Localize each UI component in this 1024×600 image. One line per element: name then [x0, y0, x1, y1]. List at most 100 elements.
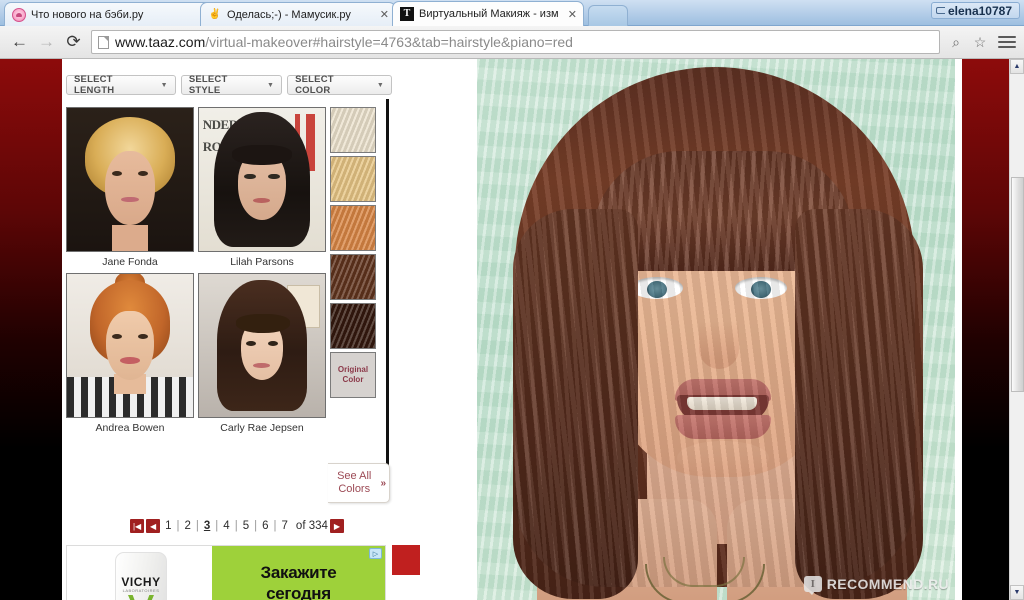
- user-name: elena10787: [947, 3, 1012, 18]
- see-all-line1: See All: [337, 470, 372, 482]
- ad-brand: VICHY: [121, 575, 161, 589]
- virtual-makeover-photo[interactable]: I RECOMMEND.RU: [477, 59, 955, 600]
- tab-strip: Что нового на бэби.ру ✕ ✌ Оделась;-) - М…: [0, 0, 1024, 26]
- page-viewport: SELECT LENGTH ▼ SELECT STYLE ▼ SELECT CO…: [0, 59, 1024, 600]
- pagination-separator: |: [176, 520, 180, 532]
- url-text: www.taaz.com/virtual-makeover#hairstyle=…: [115, 34, 573, 50]
- new-tab-button[interactable]: [588, 5, 628, 26]
- address-bar[interactable]: www.taaz.com/virtual-makeover#hairstyle=…: [91, 30, 940, 54]
- hairstyle-thumbnail[interactable]: Andrea Bowen: [66, 273, 194, 435]
- hair-sheen: [515, 67, 915, 587]
- chevron-down-icon: ▼: [266, 81, 275, 89]
- scroll-up-arrow-icon[interactable]: ▲: [1010, 59, 1024, 74]
- taaz-favicon-icon: T: [400, 7, 414, 21]
- url-path: /virtual-makeover#hairstyle=4763&tab=hai…: [205, 34, 573, 50]
- adchoices-icon[interactable]: ▷: [369, 548, 382, 559]
- tab-close-icon[interactable]: ✕: [565, 8, 577, 21]
- reload-button-icon[interactable]: ⟳: [60, 29, 87, 56]
- pagination-prev-button[interactable]: ◀: [146, 519, 161, 533]
- scroll-down-arrow-icon[interactable]: ▼: [1010, 585, 1024, 600]
- pagination-next-button[interactable]: ▶: [329, 519, 344, 533]
- celebrity-portrait: [67, 108, 193, 251]
- pagination-separator: |: [215, 520, 219, 532]
- original-color-line1: Original: [337, 365, 369, 374]
- color-swatch-copper-red[interactable]: [330, 205, 376, 251]
- celebrity-portrait: [199, 274, 325, 417]
- pagination-page-3-current[interactable]: 3: [201, 520, 213, 532]
- select-color-dropdown[interactable]: SELECT COLOR ▼: [287, 74, 392, 96]
- ad-product-image: VICHY LABORATOIRES NORMADERM PHYTOSOLUTI…: [67, 546, 212, 600]
- vichy-v-logo-icon: [128, 595, 154, 600]
- page-info-icon: [98, 35, 109, 49]
- tab-close-icon[interactable]: ✕: [377, 8, 389, 21]
- browser-window: Что нового на бэби.ру ✕ ✌ Оделась;-) - М…: [0, 0, 1024, 600]
- hairstyle-image[interactable]: NDER RO: [198, 107, 326, 252]
- pagination-page-6[interactable]: 6: [259, 520, 271, 532]
- select-color-label: SELECT COLOR: [295, 74, 334, 96]
- ad-headline-line1: Закажите: [260, 563, 337, 582]
- user-account-badge[interactable]: elena10787: [930, 2, 1020, 19]
- see-all-colors-button[interactable]: See All Colors »: [328, 463, 390, 503]
- hairstyle-image[interactable]: [66, 273, 194, 418]
- menu-icon[interactable]: [996, 33, 1018, 51]
- pagination-separator: |: [254, 520, 258, 532]
- see-all-line2: Colors: [338, 483, 371, 495]
- user-icon: [935, 7, 945, 14]
- celebrity-portrait: NDER RO: [199, 108, 325, 251]
- search-icon[interactable]: ⌕: [944, 30, 968, 54]
- original-color-line2: Color: [342, 375, 364, 384]
- panel-divider: [386, 99, 389, 494]
- ad-red-overlay: [392, 545, 420, 575]
- chevron-down-icon: ▼: [376, 81, 384, 89]
- browser-toolbar: ← → ⟳ www.taaz.com/virtual-makeover#hair…: [0, 26, 1024, 59]
- pagination-separator: |: [234, 520, 238, 532]
- pagination-page-5[interactable]: 5: [240, 520, 252, 532]
- ad-headline-area[interactable]: ▷ Закажите сегодня получите подарок!: [212, 546, 385, 600]
- hairstyle-thumbnail[interactable]: Carly Rae Jepsen: [198, 273, 326, 435]
- pagination-page-2[interactable]: 2: [181, 520, 193, 532]
- hairstyle-thumbnail[interactable]: NDER RO Lilah Parsons: [198, 107, 326, 269]
- browser-tab-2[interactable]: ✌ Оделась;-) - Мамусик.ру ✕: [200, 2, 396, 26]
- page-background-left: [0, 59, 62, 600]
- select-style-label: SELECT STYLE: [188, 74, 228, 96]
- browser-tab-3-active[interactable]: T Виртуальный Макияж - изм ✕: [392, 1, 584, 26]
- color-swatch-medium-brown[interactable]: [330, 254, 376, 300]
- irecommend-watermark: I RECOMMEND.RU: [803, 576, 949, 595]
- watermark-text: RECOMMEND.RU: [826, 576, 949, 592]
- color-swatch-golden-blonde[interactable]: [330, 156, 376, 202]
- hair-color-swatch-list: Original Color: [330, 107, 382, 401]
- hairstyle-image[interactable]: [66, 107, 194, 252]
- hairstyle-name: Andrea Bowen: [95, 422, 165, 434]
- pagination-page-1[interactable]: 1: [162, 520, 174, 532]
- hairstyle-name: Carly Rae Jepsen: [220, 422, 304, 434]
- pagination-page-4[interactable]: 4: [220, 520, 232, 532]
- tab-title: Виртуальный Макияж - изм: [419, 8, 559, 20]
- hairstyle-thumbnail[interactable]: Jane Fonda: [66, 107, 194, 269]
- hairstyle-name: Lilah Parsons: [230, 256, 294, 268]
- pagination-page-7[interactable]: 7: [279, 520, 291, 532]
- select-style-dropdown[interactable]: SELECT STYLE ▼: [180, 74, 283, 96]
- select-length-dropdown[interactable]: SELECT LENGTH ▼: [66, 74, 176, 96]
- see-all-colors-label: See All Colors: [330, 470, 378, 496]
- pagination-first-button[interactable]: |◀: [130, 519, 145, 533]
- page-background-right: [962, 59, 1010, 600]
- watermark-badge-icon: I: [803, 576, 822, 595]
- hairstyle-name: Jane Fonda: [102, 256, 158, 268]
- pagination: |◀ ◀ 1 | 2 | 3 | 4 | 5 | 6 | 7 of 334 ▶: [92, 519, 382, 533]
- back-button-icon[interactable]: ←: [6, 29, 33, 56]
- color-swatch-original[interactable]: Original Color: [330, 352, 376, 398]
- mamusik-favicon-icon: ✌: [208, 8, 222, 20]
- chevron-down-icon: ▼: [160, 81, 168, 89]
- advertisement-banner[interactable]: VICHY LABORATOIRES NORMADERM PHYTOSOLUTI…: [66, 545, 386, 600]
- page-scrollbar[interactable]: ▲ ▼: [1009, 59, 1024, 600]
- bookmark-star-icon[interactable]: ☆: [968, 30, 992, 54]
- hairstyle-picker-panel: SELECT LENGTH ▼ SELECT STYLE ▼ SELECT CO…: [62, 59, 420, 600]
- hairstyle-image[interactable]: [198, 273, 326, 418]
- celebrity-portrait: [67, 274, 193, 417]
- forward-button-icon[interactable]: →: [33, 29, 60, 56]
- color-swatch-platinum-blonde[interactable]: [330, 107, 376, 153]
- chevron-right-icon: »: [380, 477, 386, 489]
- color-swatch-dark-brown[interactable]: [330, 303, 376, 349]
- vichy-tube-icon: VICHY LABORATOIRES NORMADERM PHYTOSOLUTI…: [115, 552, 167, 600]
- scrollbar-thumb[interactable]: [1011, 177, 1024, 392]
